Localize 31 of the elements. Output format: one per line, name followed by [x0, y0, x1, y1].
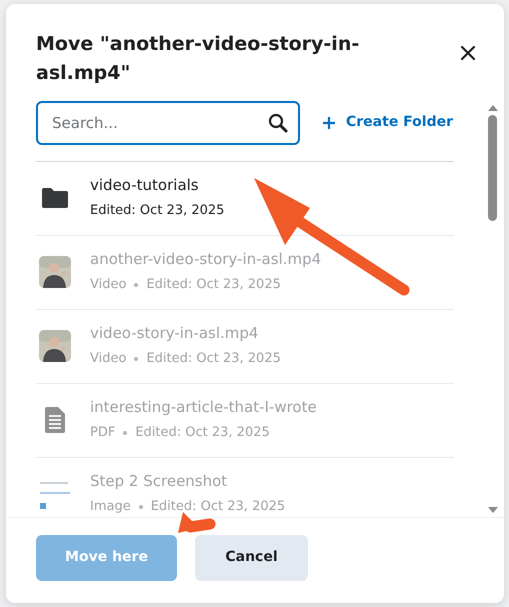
annotation-arrow — [178, 512, 216, 533]
separator-dot — [134, 283, 138, 288]
item-name: Step 2 Screenshot — [90, 472, 228, 492]
dialog-title: Move "another-video-story-in-asl.mp4" — [36, 32, 360, 86]
edited-date: Edited: Oct 23, 2025 — [135, 424, 270, 442]
separator-dot — [138, 505, 143, 510]
document-icon — [45, 407, 65, 434]
close-icon — [460, 44, 476, 61]
search-icon — [268, 112, 288, 133]
edited-date: Edited: Oct 23, 2025 — [150, 498, 286, 516]
separator-dot — [123, 431, 128, 436]
item-type: Video — [90, 276, 126, 294]
item-name: another-video-story-in-asl.mp4 — [90, 250, 322, 270]
item-type: Video — [90, 350, 126, 368]
create-folder-button[interactable]: Create Folder — [322, 112, 454, 134]
folder-icon — [41, 187, 69, 210]
scrollbar-thumb[interactable] — [488, 114, 497, 221]
item-name: interesting-article-that-I-wrote — [90, 398, 317, 418]
item-type: PDF — [90, 424, 116, 442]
cancel-button[interactable]: Cancel — [195, 534, 308, 580]
item-type: Image — [90, 498, 131, 516]
edited-date: Edited: Oct 23, 2025 — [90, 202, 224, 220]
item-name: video-tutorials — [90, 176, 200, 196]
edited-date: Edited: Oct 23, 2025 — [146, 276, 281, 294]
scroll-up-icon[interactable] — [488, 104, 498, 111]
edited-date: Edited: Oct 23, 2025 — [146, 350, 281, 368]
item-name: video-story-in-asl.mp4 — [90, 324, 260, 344]
plus-icon — [322, 116, 336, 130]
scroll-down-icon[interactable] — [488, 507, 498, 513]
separator-dot — [134, 357, 138, 362]
search-field[interactable]: Search... — [36, 100, 300, 145]
